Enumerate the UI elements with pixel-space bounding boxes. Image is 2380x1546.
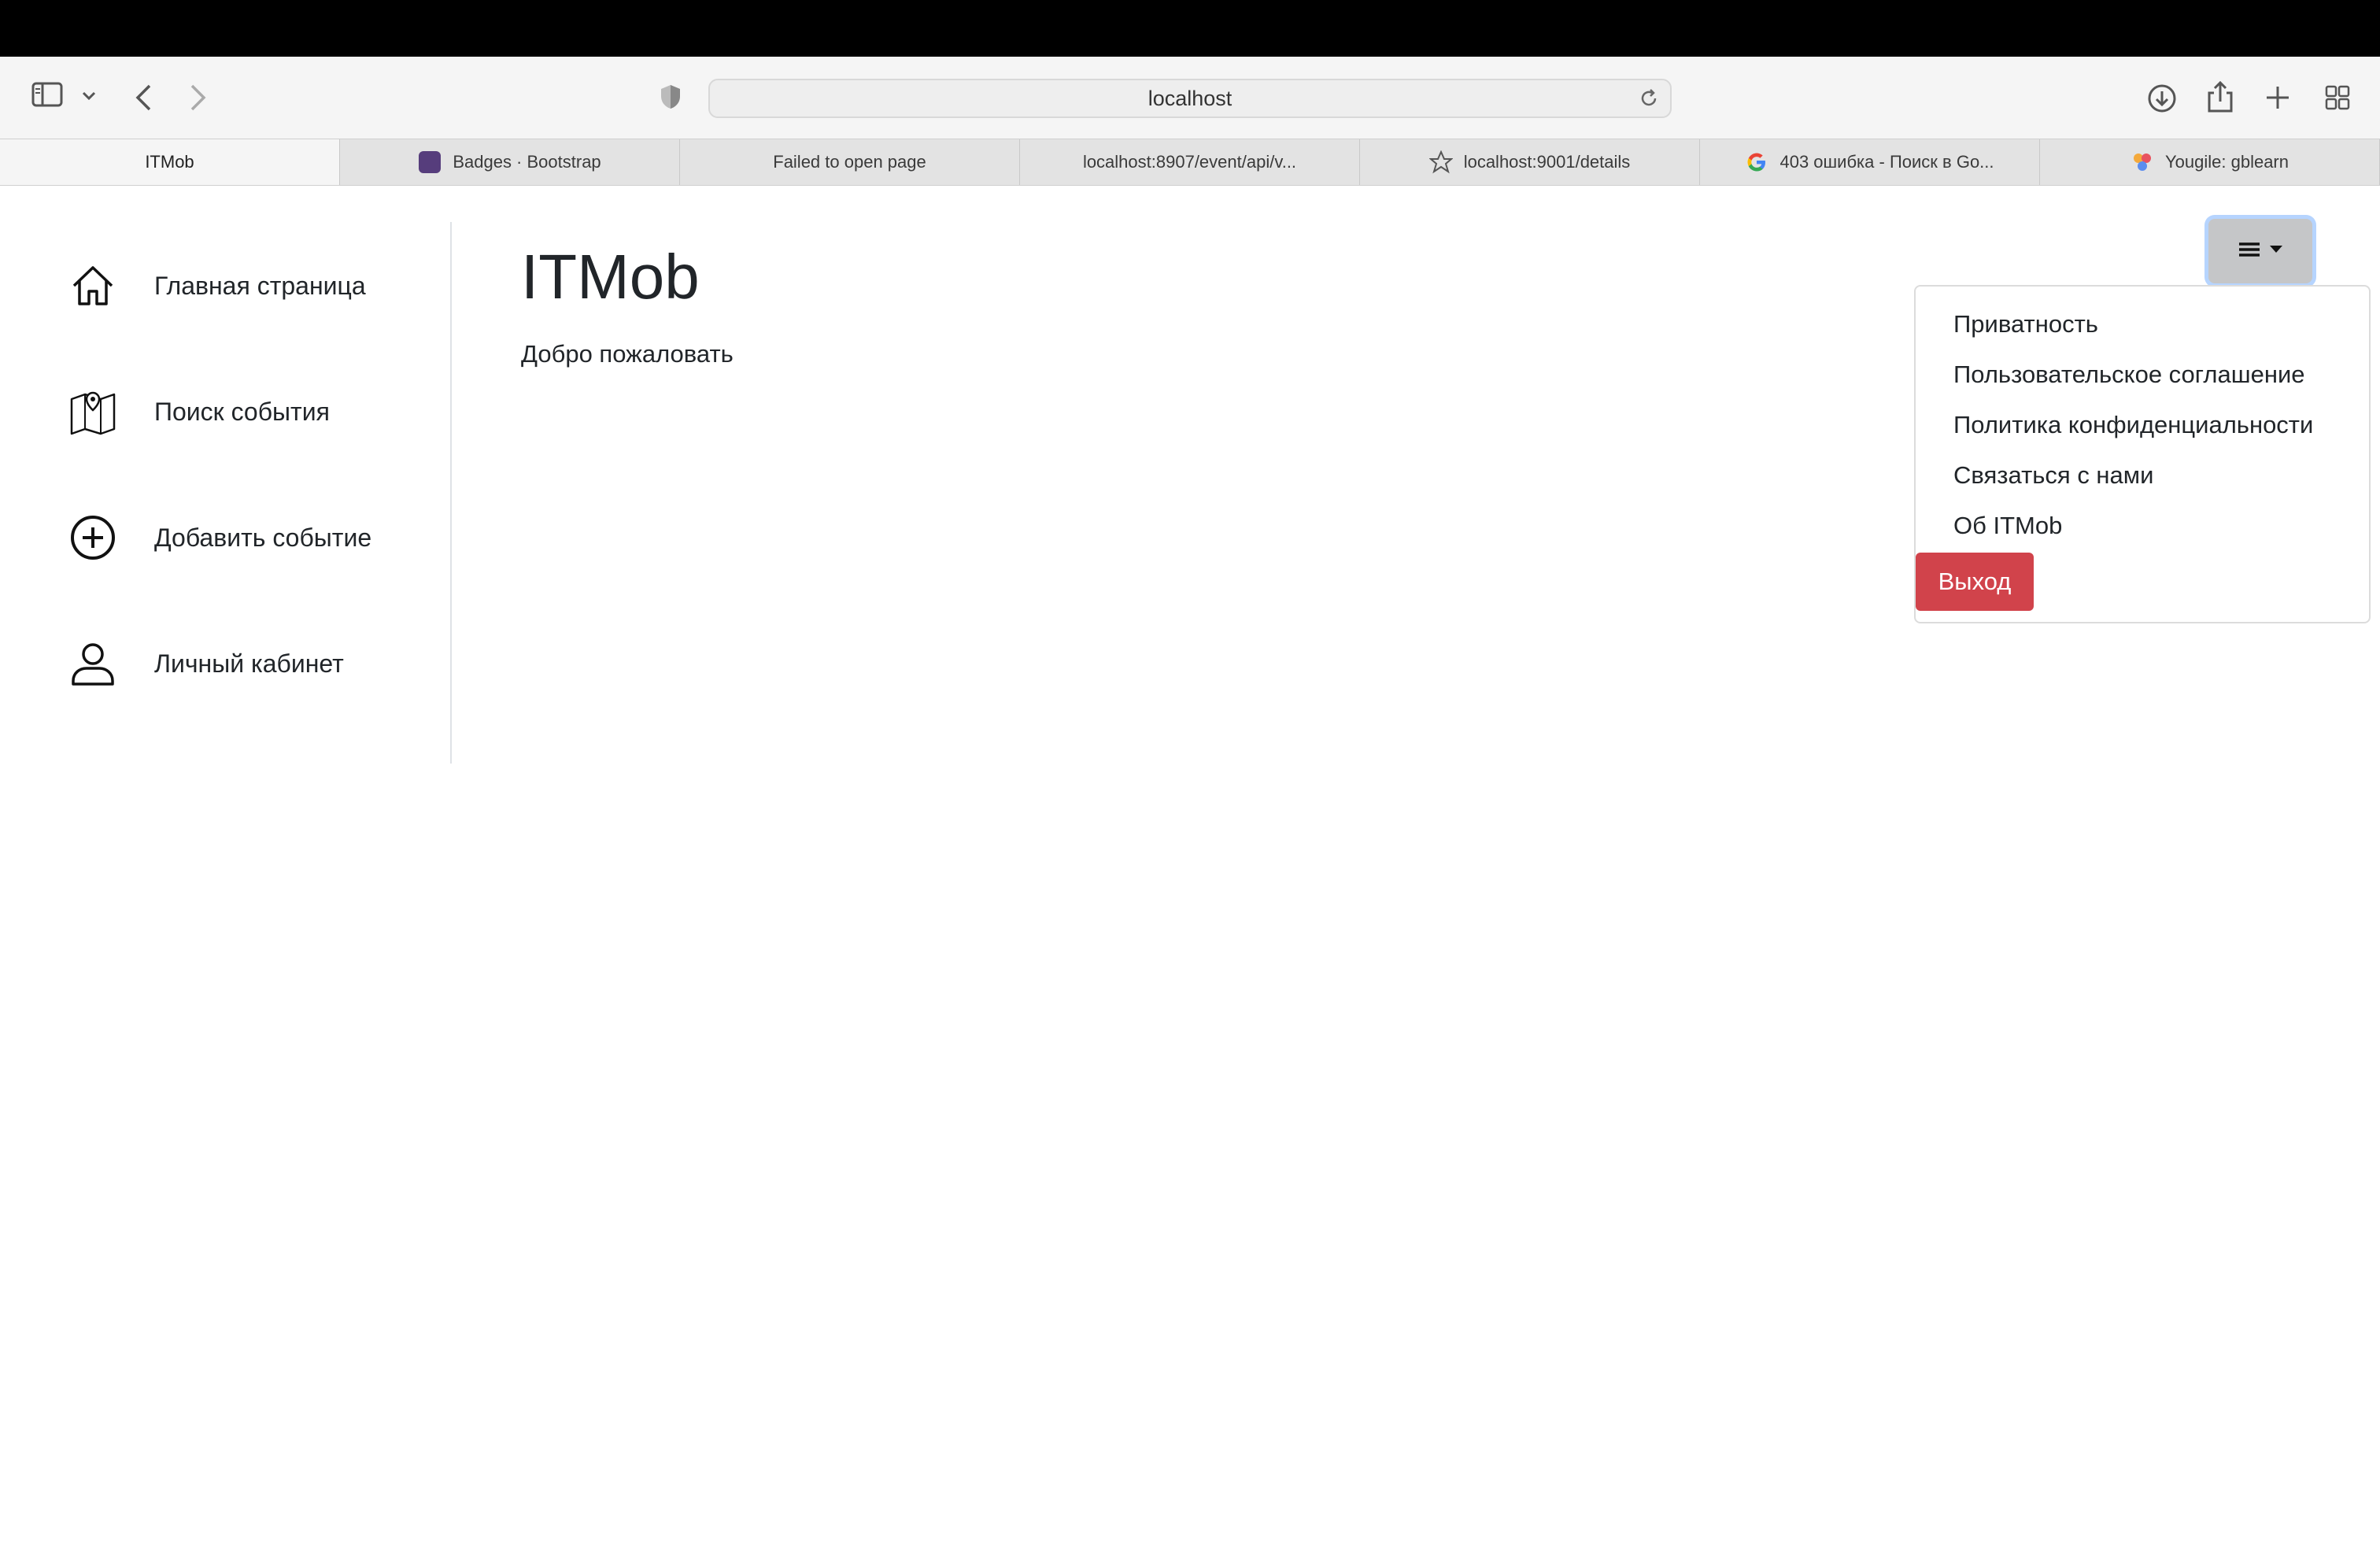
home-icon xyxy=(69,262,116,309)
tab-label: Failed to open page xyxy=(773,152,926,172)
person-icon xyxy=(69,640,116,687)
tab-label: ITMob xyxy=(145,152,194,172)
bootstrap-favicon-icon xyxy=(418,150,442,174)
tab-overview-icon[interactable] xyxy=(2325,85,2350,110)
tab-label: Yougile: gblearn xyxy=(2165,152,2289,172)
browser-tab[interactable]: localhost:8907/event/api/v... xyxy=(1020,139,1360,185)
tab-label: 403 ошибка - Поиск в Go... xyxy=(1779,152,1994,172)
share-icon[interactable] xyxy=(2207,80,2234,113)
address-text: localhost xyxy=(1148,86,1232,110)
star-icon xyxy=(1428,150,1453,174)
browser-tab[interactable]: localhost:9001/details xyxy=(1360,139,1700,185)
browser-tab[interactable]: Yougile: gblearn xyxy=(2040,139,2380,185)
caret-down-icon xyxy=(2269,244,2283,258)
sidebar-item-profile[interactable]: Личный кабинет xyxy=(69,636,431,691)
browser-tab[interactable]: ITMob xyxy=(0,139,340,185)
sidebar-item-label: Личный кабинет xyxy=(154,649,344,678)
menu-item-privacy-policy[interactable]: Политика конфиденциальности xyxy=(1953,411,2313,439)
system-menu-bar xyxy=(0,0,2380,57)
hamburger-icon xyxy=(2238,240,2261,263)
privacy-shield-icon[interactable] xyxy=(660,83,682,110)
google-favicon-icon xyxy=(1745,150,1768,174)
tab-bar: ITMob Badges · Bootstrap Failed to open … xyxy=(0,139,2380,186)
page-title: ITMob xyxy=(521,242,700,312)
sidebar-item-add-event[interactable]: Добавить событие xyxy=(69,510,431,565)
tab-label: localhost:9001/details xyxy=(1463,152,1631,172)
back-icon[interactable] xyxy=(134,83,153,112)
sidebar-item-home[interactable]: Главная страница xyxy=(69,258,431,313)
menu-item-contact[interactable]: Связаться с нами xyxy=(1953,461,2153,490)
sidebar-item-label: Добавить событие xyxy=(154,523,372,552)
chevron-down-icon[interactable] xyxy=(82,91,96,101)
menu-item-privacy[interactable]: Приватность xyxy=(1953,310,2098,338)
sidebar-item-label: Главная страница xyxy=(154,271,366,300)
menu-item-user-agreement[interactable]: Пользовательское соглашение xyxy=(1953,361,2305,389)
address-bar[interactable]: localhost xyxy=(708,79,1672,118)
sidebar-item-label: Поиск события xyxy=(154,397,330,426)
forward-icon[interactable] xyxy=(189,83,208,112)
dropdown-menu: Приватность Пользовательское соглашение … xyxy=(1914,285,2371,623)
welcome-text: Добро пожаловать xyxy=(521,340,734,368)
sidebar-toggle-icon[interactable] xyxy=(31,82,63,107)
browser-tab[interactable]: 403 ошибка - Поиск в Go... xyxy=(1700,139,2040,185)
menu-item-about[interactable]: Об ITMob xyxy=(1953,512,2062,540)
yougile-favicon-icon xyxy=(2131,150,2154,174)
plus-circle-icon xyxy=(69,514,116,561)
reload-icon[interactable] xyxy=(1639,88,1659,114)
menu-toggle-button[interactable] xyxy=(2208,219,2312,283)
downloads-icon[interactable] xyxy=(2147,83,2177,113)
logout-button[interactable]: Выход xyxy=(1916,553,2034,611)
sidebar-nav: Главная страница Поиск события Добавить … xyxy=(0,222,452,764)
browser-tab[interactable]: Badges · Bootstrap xyxy=(340,139,680,185)
tab-label: Badges · Bootstrap xyxy=(453,152,601,172)
sidebar-item-search-event[interactable]: Поиск события xyxy=(69,384,431,439)
tab-label: localhost:8907/event/api/v... xyxy=(1082,152,1297,172)
browser-tab[interactable]: Failed to open page xyxy=(680,139,1020,185)
new-tab-icon[interactable] xyxy=(2265,85,2290,110)
map-icon xyxy=(69,388,116,435)
